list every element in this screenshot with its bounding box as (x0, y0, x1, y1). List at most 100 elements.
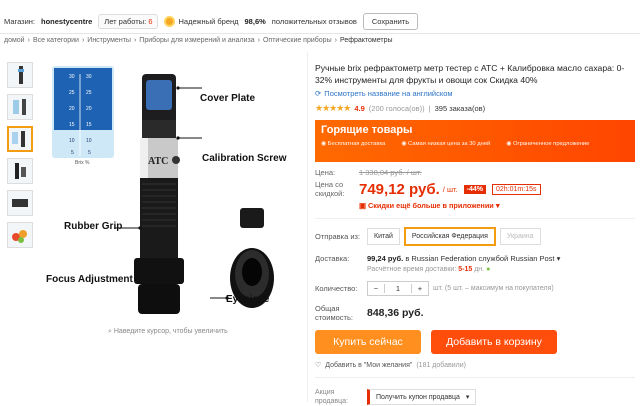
translate-icon: ⟳ (315, 89, 322, 98)
rating-value: 4.9 (354, 104, 365, 113)
quantity-note: шт. (5 шт. – максимум на покупателя) (433, 285, 554, 292)
thumbnail-6[interactable] (7, 222, 33, 248)
svg-text:25: 25 (86, 90, 92, 96)
sale-price: 749,12 руб. (359, 180, 440, 198)
breadcrumb-home[interactable]: домой (4, 37, 25, 44)
quantity-stepper: − 1 + (367, 281, 429, 296)
delivery-time-unit: дн. (474, 266, 485, 273)
plus-button[interactable]: + (412, 284, 428, 293)
delivery-service[interactable]: в Russian Federation службой Russian Pos… (405, 254, 554, 263)
breadcrumb-tools[interactable]: Инструменты (87, 37, 131, 44)
svg-text:15: 15 (86, 122, 92, 128)
total-label: Общая стоимость: (315, 304, 353, 322)
thumbnail-1[interactable] (7, 62, 33, 88)
discount-badge: -44% (463, 184, 487, 194)
product-title: Ручные brix рефрактометр метр тестер с A… (315, 63, 625, 85)
sale-price-label: Цена со скидкой: (315, 180, 345, 198)
chevron-down-icon: ▾ (465, 394, 470, 401)
ship-from-russia[interactable]: Российская Федерация (403, 227, 496, 246)
thumbnail-2[interactable] (7, 94, 33, 120)
delivery-label: Доставка: (315, 254, 350, 263)
breadcrumb-measurement[interactable]: Приборы для измерений и анализа (139, 37, 254, 44)
translate-link[interactable]: ⟳ Посмотреть название на английском (315, 89, 635, 98)
feature-free-shipping: ◉ Бесплатная доставка (321, 141, 386, 147)
cover-plate-label: Cover Plate (200, 93, 255, 104)
magnifier-icon: ⌕ (108, 328, 112, 335)
refractometer-thumb-icon (12, 199, 28, 207)
price-box: Цена: 1 338,04 руб. / шт. Цена со скидкой… (315, 168, 635, 210)
refractometer-thumb-icon (18, 66, 24, 84)
hot-deals-title: Горящие товары (321, 124, 413, 136)
ship-from-row: Отправка из: Китай Российская Федерация … (315, 227, 635, 246)
shop-name-link[interactable]: honestycentre (41, 17, 92, 26)
chevron-right-icon: › (81, 37, 85, 44)
heart-icon: ♡ (315, 362, 322, 369)
save-store-button[interactable]: Сохранить (362, 12, 419, 30)
feature-limited-offer-text: Ограниченное предложение (512, 141, 590, 147)
hot-deals-banner: Горящие товары ◉ Бесплатная доставка ◉ С… (315, 120, 635, 162)
chevron-right-icon: › (133, 37, 137, 44)
thumbnail-list (7, 62, 35, 254)
chevron-down-icon: ▾ (495, 201, 500, 210)
rubber-grip-label: Rubber Grip (64, 221, 122, 232)
medal-icon (164, 15, 176, 27)
trusted-brand-badge: Надежный бренд (164, 15, 239, 27)
breadcrumb-refractometers[interactable]: Рефрактометры (340, 37, 393, 44)
column-divider (307, 52, 308, 402)
seller-coupon-select[interactable]: Получить купон продавца ▾ (367, 389, 477, 405)
svg-text:10: 10 (69, 138, 75, 144)
zoom-hint-text: Наведите курсор, чтобы увеличить (113, 328, 228, 335)
main-product-image[interactable]: 30 30 25 25 20 20 15 15 10 10 5 5 Brix % ATC (42, 60, 302, 330)
minus-button[interactable]: − (368, 284, 384, 293)
votes-link[interactable]: (200 голоса(ов)) (369, 104, 425, 113)
buy-now-button[interactable]: Купить сейчас (315, 330, 421, 354)
svg-text:5: 5 (88, 150, 91, 156)
feature-lowest-price-text: Самая низкая цена за 30 дней (408, 141, 491, 147)
breadcrumb-optical[interactable]: Оптические приборы (263, 37, 332, 44)
focus-adjustment-label: Focus Adjustment (46, 274, 134, 285)
brand-label: Надежный бренд (178, 16, 239, 26)
delivery-time: 5-15 (458, 266, 473, 273)
ship-from-china[interactable]: Китай (367, 228, 400, 245)
add-to-cart-button[interactable]: Добавить в корзину (431, 330, 557, 354)
svg-text:10: 10 (86, 138, 92, 144)
feedback-percent: 98,6% (244, 16, 266, 26)
svg-text:30: 30 (86, 74, 92, 80)
seller-promo-row: Акция продавца: Получить купон продавца ▾ (315, 388, 635, 406)
thumbnail-5[interactable] (7, 190, 33, 216)
ship-from-ukraine[interactable]: Украина (499, 228, 541, 245)
thumbnail-4[interactable] (7, 158, 33, 184)
years-value: 6 (148, 16, 153, 26)
wishlist-link[interactable]: Добавить в "Мои желания" (325, 362, 412, 369)
rating-stars-icon: ★★★★★ (315, 103, 351, 113)
feature-free-shipping-text: Бесплатная доставка (327, 141, 386, 147)
svg-text:30: 30 (69, 74, 75, 80)
price-unit: / шт. (442, 184, 458, 194)
delivery-time-label: Расчётное время доставки: (367, 266, 457, 273)
breadcrumb: домой › Все категории › Инструменты › Прибо… (4, 37, 393, 44)
seller-coupon-select-text: Получить купон продавца (376, 393, 460, 401)
rating-row: ★★★★★ 4.9 (200 голоса(ов)) | 395 заказа(… (315, 103, 635, 114)
app-coupons-link[interactable]: ▣ Скидки ещё больше в приложении ▾ (359, 201, 635, 210)
calibration-screw-label: Calibration Screw (202, 153, 287, 164)
zoom-hint: ⌕ Наведите курсор, чтобы увеличить (108, 328, 228, 336)
divider (0, 33, 640, 34)
quantity-label: Количество: (315, 284, 358, 293)
wishlist-row[interactable]: ♡ Добавить в "Мои желания" (181 добавили… (315, 361, 635, 370)
svg-text:15: 15 (69, 122, 75, 128)
action-buttons: Купить сейчас Добавить в корзину (315, 330, 635, 354)
refractometer-thumb-icon (15, 163, 26, 179)
quantity-input[interactable]: 1 (384, 284, 412, 293)
total-row: Общая стоимость: 848,36 руб. (315, 304, 635, 322)
refractometer-thumb-icon (13, 99, 26, 115)
info-icon[interactable]: ● (486, 266, 490, 273)
translate-link-text: Посмотреть название на английском (324, 89, 453, 98)
ship-from-label: Отправка из: (315, 232, 361, 241)
divider-bar: | (428, 104, 431, 113)
old-price: 1 338,04 руб. / шт. (359, 168, 422, 177)
price-label: Цена: (315, 168, 336, 177)
feature-limited-offer: ◉ Ограниченное предложение (506, 141, 590, 147)
breadcrumb-all-categories[interactable]: Все категории (33, 37, 79, 44)
product-info: Ручные brix рефрактометр метр тестер с A… (315, 62, 635, 406)
thumbnail-3-selected[interactable] (7, 126, 33, 152)
